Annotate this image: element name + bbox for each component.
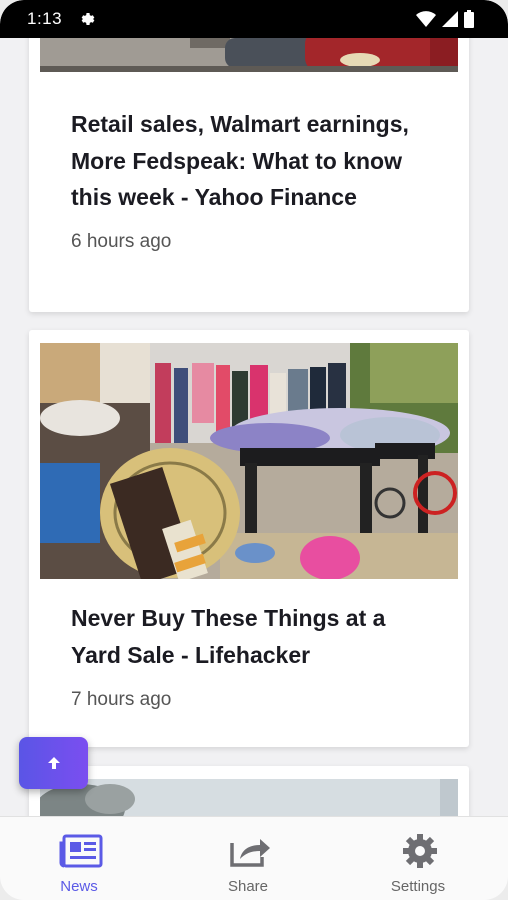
- status-bar: 1:13: [0, 0, 508, 38]
- nav-item-share[interactable]: Share: [188, 817, 308, 900]
- nav-label-news: News: [60, 878, 98, 895]
- gear-icon: [81, 13, 95, 25]
- article-card[interactable]: Never Buy These Things at a Yard Sale - …: [29, 330, 469, 747]
- phone-screen: 1:13 Retail sales, Walmart earnings, Mor…: [0, 0, 508, 900]
- scroll-to-top-button[interactable]: [19, 737, 88, 789]
- article-title[interactable]: Never Buy These Things at a Yard Sale - …: [71, 600, 421, 673]
- newspaper-icon: [59, 834, 103, 868]
- bottom-navigation: News Share Settings: [0, 816, 508, 900]
- article-image[interactable]: [40, 38, 458, 72]
- nav-label-share: Share: [227, 878, 269, 895]
- nav-item-settings[interactable]: Settings: [358, 817, 478, 900]
- signal-icon: [442, 11, 458, 27]
- article-image[interactable]: [40, 343, 458, 579]
- battery-icon: [464, 10, 474, 28]
- gear-icon: [403, 834, 437, 868]
- article-time: 7 hours ago: [71, 689, 172, 710]
- nav-item-news[interactable]: News: [19, 817, 139, 900]
- arrow-up-icon: [47, 757, 60, 769]
- share-icon: [230, 839, 270, 867]
- wifi-icon: [416, 11, 436, 27]
- article-title[interactable]: Retail sales, Walmart earnings, More Fed…: [71, 106, 421, 216]
- status-icons: [416, 10, 474, 28]
- nav-label-settings: Settings: [390, 878, 446, 895]
- article-card[interactable]: [29, 766, 469, 816]
- news-feed[interactable]: Retail sales, Walmart earnings, More Fed…: [0, 38, 508, 816]
- article-card[interactable]: Retail sales, Walmart earnings, More Fed…: [29, 38, 469, 312]
- article-time: 6 hours ago: [71, 231, 172, 252]
- status-time: 1:13: [27, 9, 63, 28]
- article-image[interactable]: [40, 779, 458, 816]
